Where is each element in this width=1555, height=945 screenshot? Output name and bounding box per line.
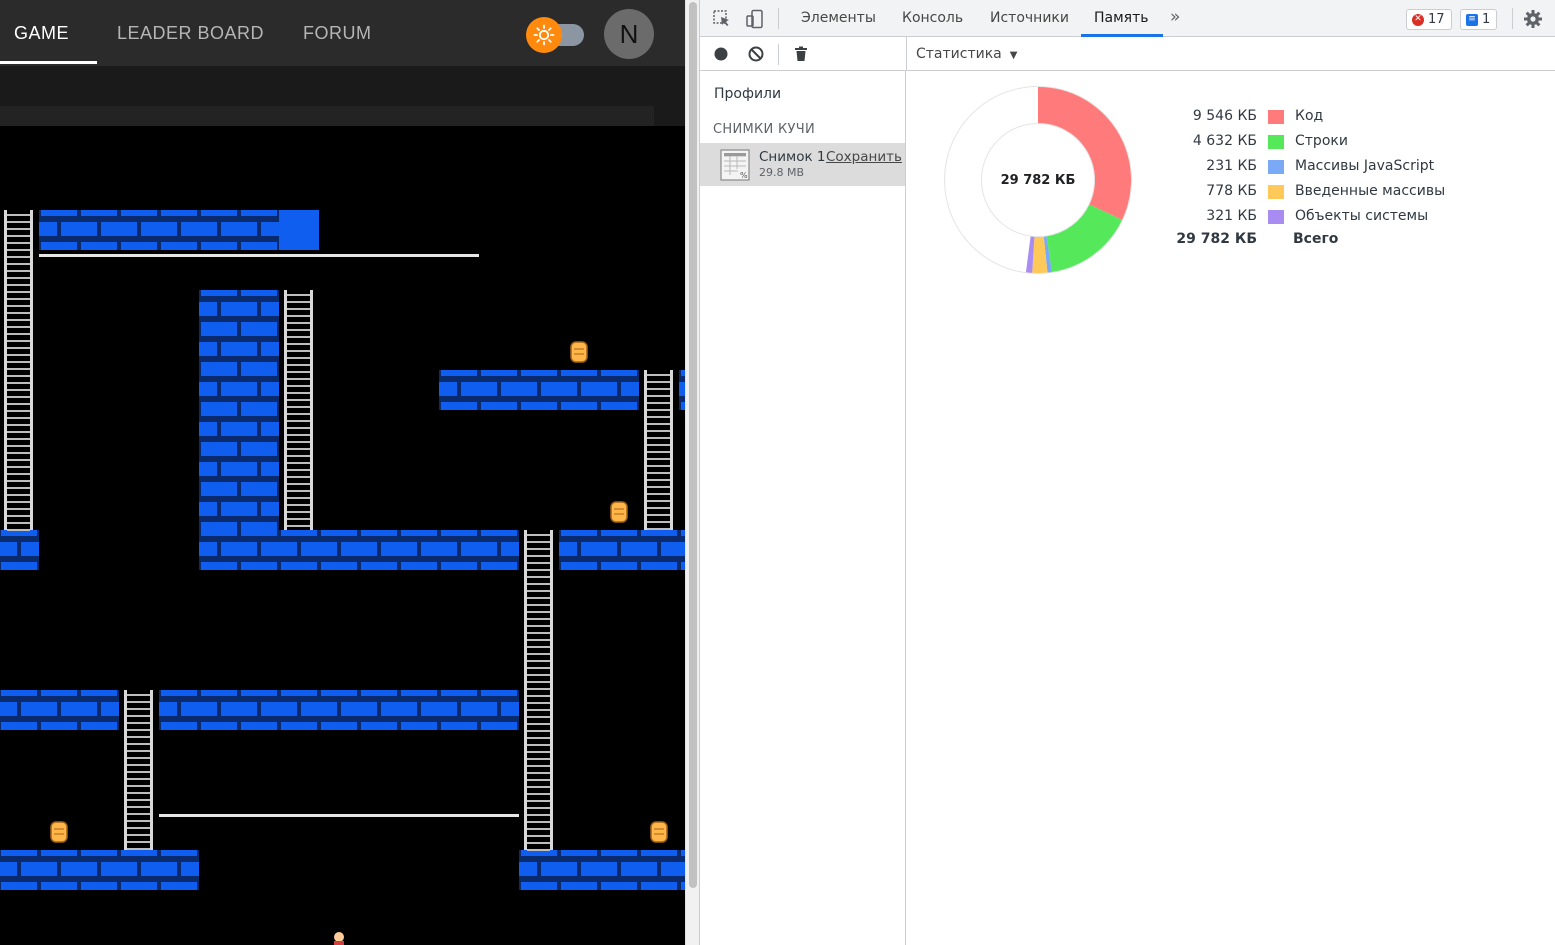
profiles-sidebar: Профили СНИМКИ КУЧИ % Снимок 1 Сохранить…: [700, 71, 906, 945]
brick-column: [199, 290, 279, 530]
brick-platform: [439, 370, 639, 410]
snapshot-size: 29.8 MB: [759, 166, 805, 179]
brick-platform: [0, 850, 199, 890]
tab-bar-divider: [1512, 8, 1513, 29]
devtools-panel: Элементы Консоль Источники Память » ✕ 17…: [699, 0, 1555, 945]
screen: GAME LEADER BOARD FORUM N Элементы Консо…: [0, 0, 1555, 945]
game-canvas[interactable]: [0, 126, 685, 945]
profiles-heading: Профили: [714, 86, 782, 102]
hanging-bar: [159, 814, 519, 817]
sun-icon: [533, 24, 555, 46]
snapshot-name: Снимок 1: [759, 149, 826, 165]
errors-count: 17: [1428, 12, 1445, 27]
toggle-knob: [526, 17, 562, 53]
statistics-pane: 29 782 КБ 9 546 КБ Код 4 632 КБ Строки 231 К…: [907, 71, 1555, 945]
game-sub-bar: [0, 66, 685, 126]
legend-label: Объекты системы: [1295, 208, 1429, 224]
messages-count: 1: [1482, 12, 1491, 27]
save-snapshot-link[interactable]: Сохранить: [826, 149, 902, 165]
gold-chest: [50, 821, 68, 843]
brick-platform: [199, 530, 519, 570]
tab-sources[interactable]: Источники: [990, 0, 1069, 37]
gold-chest: [610, 501, 628, 523]
legend-label: Массивы JavaScript: [1295, 158, 1435, 174]
legend-swatch: [1268, 110, 1284, 124]
toolbar-divider: [778, 44, 779, 65]
dropdown-triangle-icon: ▼: [1009, 50, 1018, 61]
hanging-bar: [39, 254, 479, 257]
donut-center-total: 29 782 КБ: [1000, 172, 1076, 188]
devtools-tab-bar: Элементы Консоль Источники Память » ✕ 17…: [700, 0, 1555, 37]
brick-platform: [39, 210, 319, 250]
heap-snapshots-section-title: СНИМКИ КУЧИ: [713, 122, 815, 137]
tab-memory[interactable]: Память: [1094, 0, 1149, 37]
player-runner: [334, 932, 344, 945]
legend-value: 4 632 КБ: [1192, 133, 1257, 149]
view-select-label: Статистика: [916, 46, 1002, 62]
legend-value: 231 КБ: [1206, 158, 1257, 174]
legend-swatch: [1268, 160, 1284, 174]
brick-block: [279, 210, 319, 250]
nav-tab-game[interactable]: GAME: [14, 0, 69, 66]
active-tab-underline: [0, 61, 97, 64]
clear-all-icon[interactable]: [746, 44, 766, 64]
page-scrollbar-thumb[interactable]: [689, 2, 697, 888]
error-icon: ✕: [1412, 13, 1424, 26]
tab-bar-divider: [778, 8, 779, 29]
nav-tab-forum[interactable]: FORUM: [303, 0, 372, 66]
brick-platform: [0, 530, 39, 570]
legend-value: 9 546 КБ: [1192, 108, 1257, 124]
brick-platform: [159, 690, 519, 730]
more-tabs-icon[interactable]: »: [1170, 0, 1180, 37]
legend-value: 29 782 КБ: [1176, 231, 1257, 247]
device-toolbar-icon[interactable]: [745, 9, 765, 29]
gold-chest: [650, 821, 668, 843]
gold-chest: [570, 341, 588, 363]
legend-swatch: [1268, 185, 1284, 199]
legend-swatch: [1268, 135, 1284, 149]
theme-toggle[interactable]: [526, 17, 586, 53]
avatar[interactable]: N: [604, 9, 654, 59]
messages-badge[interactable]: ≡ 1: [1460, 9, 1498, 30]
legend-label: Строки: [1295, 133, 1348, 149]
page-scrollbar[interactable]: [685, 0, 699, 945]
heap-snapshot-item[interactable]: % Снимок 1 Сохранить 29.8 MB: [700, 143, 905, 186]
nav-tab-leader-board[interactable]: LEADER BOARD: [117, 0, 264, 66]
snapshot-file-icon: %: [720, 149, 750, 181]
record-icon[interactable]: [711, 44, 731, 64]
legend-label: Код: [1295, 108, 1324, 124]
settings-gear-icon[interactable]: [1523, 9, 1543, 29]
inspect-element-icon[interactable]: [712, 9, 732, 29]
legend-swatch: [1268, 210, 1284, 224]
message-icon: ≡: [1466, 13, 1478, 26]
game-app: GAME LEADER BOARD FORUM N: [0, 0, 685, 945]
tab-elements[interactable]: Элементы: [801, 0, 876, 37]
legend-value: 321 КБ: [1206, 208, 1257, 224]
legend-label: Введенные массивы: [1295, 183, 1446, 199]
brick-platform: [559, 530, 685, 570]
brick-platform: [519, 850, 685, 890]
tab-console[interactable]: Консоль: [902, 0, 963, 37]
errors-badge[interactable]: ✕ 17: [1406, 9, 1452, 30]
legend-label: Всего: [1293, 231, 1339, 247]
brick-platform: [0, 690, 119, 730]
svg-text:%: %: [740, 171, 748, 180]
memory-toolbar: Статистика ▼: [700, 37, 1555, 71]
game-sub-bar-inner: [0, 106, 654, 126]
legend-value: 778 КБ: [1206, 183, 1257, 199]
trash-icon[interactable]: [791, 44, 811, 64]
app-header: GAME LEADER BOARD FORUM N: [0, 0, 685, 66]
view-select-dropdown[interactable]: Статистика ▼: [916, 37, 1017, 71]
toolbar-divider: [906, 37, 907, 71]
